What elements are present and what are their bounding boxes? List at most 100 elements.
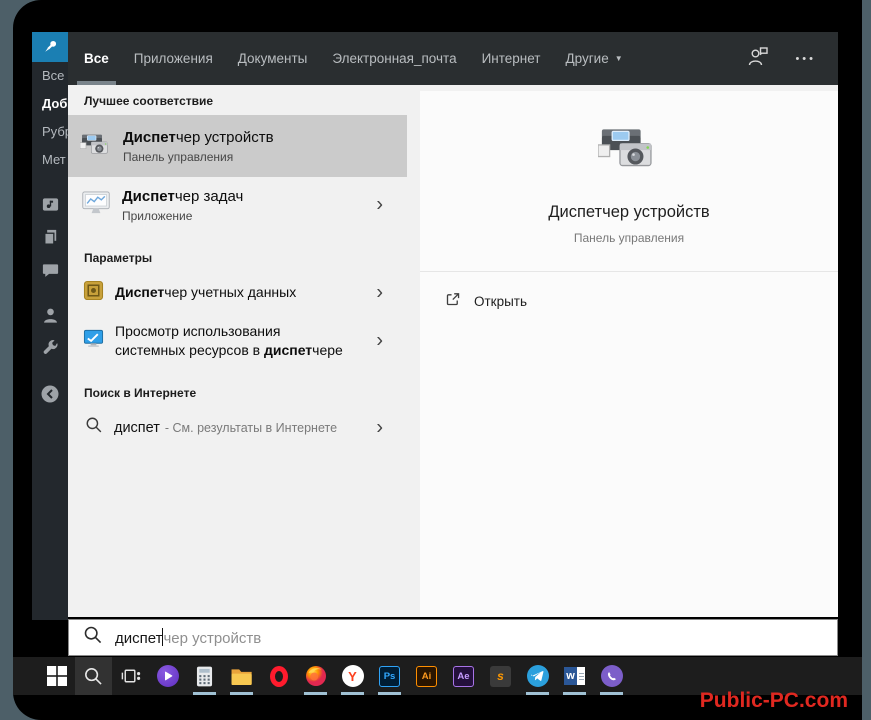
preview-subtitle: Панель управления (573, 231, 685, 245)
photoshop-icon: Ps (379, 665, 400, 687)
sidebar-item-categories[interactable]: Рубр (32, 118, 68, 146)
window-background: Все Доб Рубр Мет (13, 0, 862, 720)
running-indicator (378, 692, 401, 695)
taskbar-file-explorer[interactable] (223, 657, 260, 695)
result-resource-monitor[interactable]: Просмотр использования системных ресурсо… (68, 313, 407, 368)
alice-assistant-icon (156, 665, 179, 687)
yandex-browser-icon: Y (341, 665, 364, 687)
search-icon (85, 667, 102, 685)
task-manager-icon (81, 189, 111, 221)
tab-email[interactable]: Электронная_почта (332, 32, 456, 85)
running-indicator (193, 692, 216, 695)
result-task-manager[interactable]: Диспетчер задач Приложение › (68, 177, 407, 233)
task-view-button[interactable] (112, 657, 149, 695)
taskbar-yandex-browser[interactable]: Y (334, 657, 371, 695)
divider (420, 271, 838, 272)
illustrator-icon: Ai (416, 665, 437, 687)
sidebar-item-tags[interactable]: Мет (32, 146, 68, 174)
taskbar-sublime-text[interactable]: s (482, 657, 519, 695)
tab-documents[interactable]: Документы (238, 32, 308, 85)
open-icon (444, 291, 461, 311)
chevron-down-icon: ▼ (614, 54, 623, 63)
desktop-screen: Все Доб Рубр Мет (0, 0, 871, 720)
tab-web-label: Интернет (481, 51, 541, 66)
device-manager-icon (79, 129, 112, 164)
chevron-right-icon[interactable]: › (376, 281, 383, 304)
device-manager-large-icon (420, 119, 838, 181)
resource-monitor-icon (83, 328, 104, 354)
web-query: диспет (114, 419, 160, 436)
tab-all-label: Все (84, 51, 109, 66)
taskbar-illustrator[interactable]: Ai (408, 657, 445, 695)
tab-web[interactable]: Интернет (482, 32, 541, 85)
task-view-icon (121, 669, 141, 683)
pushpin-icon (45, 40, 57, 52)
tab-all[interactable]: Все (77, 32, 116, 85)
best-match-header: Лучшее соответствие (84, 94, 214, 108)
wp-media-icon[interactable] (32, 188, 68, 221)
open-label: Открыть (474, 293, 528, 309)
chevron-right-icon[interactable]: › (376, 416, 383, 439)
running-indicator (526, 692, 549, 695)
sidebar-item-all-posts[interactable]: Все (32, 62, 68, 90)
windows-logo-icon (46, 666, 67, 686)
search-icon (85, 416, 103, 439)
tab-apps[interactable]: Приложения (134, 32, 213, 85)
after-effects-icon: Ae (453, 665, 474, 687)
folder-icon (231, 668, 252, 685)
result-device-manager[interactable]: Диспетчер устройств Панель управления (68, 115, 407, 177)
taskbar-opera[interactable] (260, 657, 297, 695)
wp-collapse-menu-icon[interactable] (32, 377, 68, 410)
chevron-right-icon[interactable]: › (376, 194, 383, 217)
search-input[interactable]: диспетчер устройств (68, 619, 838, 656)
taskbar-after-effects[interactable]: Ae (445, 657, 482, 695)
running-indicator (341, 692, 364, 695)
taskbar-telegram[interactable] (519, 657, 556, 695)
search-suggestion-text: чер устройств (163, 630, 262, 647)
wp-pages-icon[interactable] (32, 221, 68, 254)
result-title: Диспетчер учетных данных (115, 283, 297, 300)
preview-title: Диспетчер устройств (548, 203, 710, 221)
viber-icon (600, 665, 623, 687)
search-typed-text: диспет (115, 630, 163, 647)
start-button[interactable] (38, 657, 75, 695)
search-results-area: Лучшее соответствие Диспетчер устройств … (68, 85, 838, 617)
result-web-search[interactable]: диспет - См. результаты в Интернете › (68, 407, 407, 448)
wp-tools-icon[interactable] (32, 332, 68, 365)
tab-more[interactable]: Другие ▼ (565, 32, 622, 85)
firefox-icon (305, 666, 326, 686)
result-credential-manager[interactable]: Диспетчер учетных данных › (68, 272, 407, 313)
results-panel: Лучшее соответствие Диспетчер устройств … (68, 85, 420, 617)
running-indicator (563, 692, 586, 695)
wp-users-icon[interactable] (32, 299, 68, 332)
more-options-icon[interactable]: ••• (795, 53, 816, 65)
wordpress-sidebar: Все Доб Рубр Мет (32, 32, 68, 620)
result-title: Диспетчер устройств (123, 128, 274, 146)
chevron-right-icon[interactable]: › (376, 329, 383, 352)
result-title: Диспетчер задач (122, 187, 244, 205)
wp-posts-pin-icon[interactable] (32, 32, 68, 62)
credential-manager-icon (83, 280, 104, 306)
taskbar-search-button[interactable] (75, 657, 112, 695)
tab-more-label: Другие (565, 51, 609, 66)
running-indicator (304, 692, 327, 695)
tab-email-label: Электронная_почта (332, 51, 457, 66)
running-indicator (600, 692, 623, 695)
sidebar-item-add-new[interactable]: Доб (32, 90, 68, 118)
taskbar-calculator[interactable] (186, 657, 223, 695)
taskbar-viber[interactable] (593, 657, 630, 695)
result-title: Просмотр использования системных ресурсо… (115, 322, 343, 358)
taskbar-photoshop[interactable]: Ps (371, 657, 408, 695)
preview-panel: Диспетчер устройств Панель управления От… (420, 85, 838, 617)
taskbar-alice[interactable] (149, 657, 186, 695)
settings-header: Параметры (84, 251, 153, 265)
search-icon (83, 625, 103, 650)
wp-comments-icon[interactable] (32, 254, 68, 287)
calculator-icon (196, 666, 213, 686)
word-icon: w (564, 667, 585, 685)
open-action[interactable]: Открыть (444, 291, 838, 311)
taskbar-word[interactable]: w (556, 657, 593, 695)
taskbar-firefox[interactable] (297, 657, 334, 695)
user-account-icon[interactable] (747, 46, 769, 72)
running-indicator (230, 692, 253, 695)
